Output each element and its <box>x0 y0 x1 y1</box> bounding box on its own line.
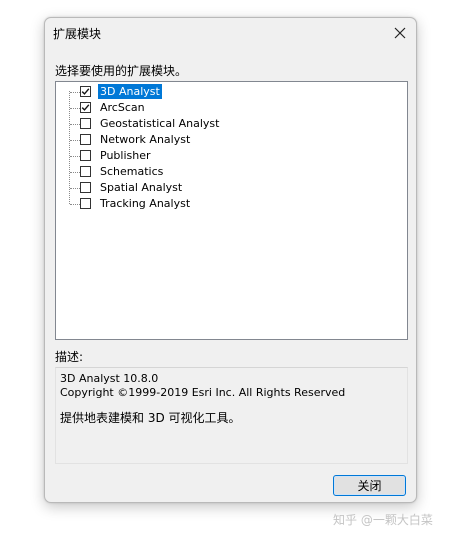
extension-checkbox[interactable] <box>80 150 91 161</box>
extension-item-schematics[interactable]: Schematics <box>56 164 306 180</box>
extension-checkbox[interactable] <box>80 134 91 145</box>
extension-label: Spatial Analyst <box>100 181 183 194</box>
description-label: 描述: <box>55 350 84 364</box>
description-panel: 3D Analyst 10.8.0 Copyright ©1999-2019 E… <box>55 367 408 464</box>
extension-checkbox[interactable] <box>80 198 91 209</box>
extension-label: Network Analyst <box>100 133 191 146</box>
extension-checkbox[interactable] <box>80 118 91 129</box>
extension-item-arcscan[interactable]: ArcScan <box>56 100 306 116</box>
description-copyright: Copyright ©1999-2019 Esri Inc. All Right… <box>60 386 346 399</box>
close-button[interactable]: 关闭 <box>333 475 406 496</box>
extension-item-publisher[interactable]: Publisher <box>56 148 306 164</box>
instruction-text: 选择要使用的扩展模块。 <box>55 64 188 78</box>
extension-checkbox[interactable] <box>80 102 91 113</box>
extension-item-network-analyst[interactable]: Network Analyst <box>56 132 306 148</box>
description-name-version: 3D Analyst 10.8.0 <box>60 372 159 385</box>
extension-label: Tracking Analyst <box>100 197 191 210</box>
extension-item-spatial-analyst[interactable]: Spatial Analyst <box>56 180 306 196</box>
extension-label: Schematics <box>100 165 164 178</box>
extension-checkbox[interactable] <box>80 166 91 177</box>
extension-item-tracking-analyst[interactable]: Tracking Analyst <box>56 196 306 212</box>
extension-label: ArcScan <box>100 101 145 114</box>
extension-item-3d-analyst[interactable]: 3D Analyst <box>56 84 306 100</box>
extensions-dialog: 扩展模块 选择要使用的扩展模块。 3D Analyst ArcScan Geos… <box>44 17 417 503</box>
extension-item-geostatistical-analyst[interactable]: Geostatistical Analyst <box>56 116 306 132</box>
extensions-listbox[interactable]: 3D Analyst ArcScan Geostatistical Analys… <box>55 81 408 340</box>
checkmark-icon <box>81 88 90 95</box>
description-text: 提供地表建模和 3D 可视化工具。 <box>60 411 241 425</box>
title-bar: 扩展模块 <box>45 18 416 48</box>
window-close-button[interactable] <box>384 18 416 48</box>
extension-label: Geostatistical Analyst <box>100 117 220 130</box>
checkmark-icon <box>81 104 90 111</box>
extension-label: 3D Analyst <box>98 84 162 99</box>
watermark-text: 知乎 @一颗大白菜 <box>333 513 433 527</box>
extension-label: Publisher <box>100 149 151 162</box>
window-title: 扩展模块 <box>53 27 102 41</box>
extension-checkbox[interactable] <box>80 86 91 97</box>
extension-checkbox[interactable] <box>80 182 91 193</box>
close-icon <box>394 27 406 39</box>
